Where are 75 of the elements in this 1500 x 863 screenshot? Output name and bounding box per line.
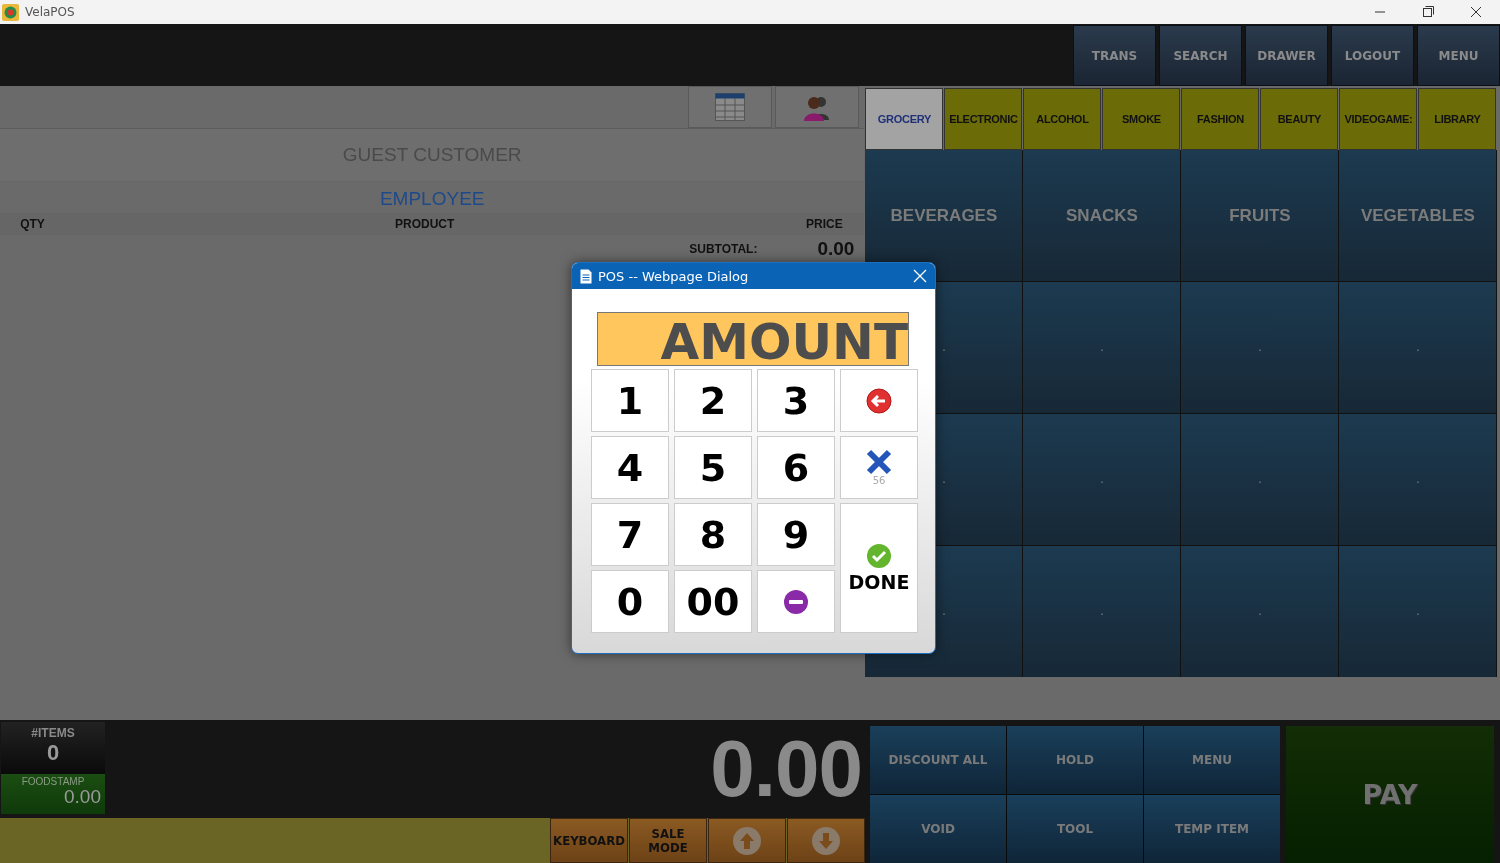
product-tile[interactable]: . xyxy=(1023,546,1181,677)
top-menu-button[interactable]: TRANS xyxy=(1073,25,1156,86)
window-title: VelaPOS xyxy=(25,5,75,19)
keypad-key[interactable]: 1 xyxy=(591,369,669,432)
column-header: PRICE xyxy=(805,217,844,231)
scroll-down-button[interactable] xyxy=(787,818,865,863)
pay-button[interactable]: PAY xyxy=(1286,726,1494,863)
action-button[interactable]: HOLD xyxy=(1007,726,1143,794)
keypad-key[interactable]: 7 xyxy=(591,503,669,566)
top-menu-button[interactable]: MENU xyxy=(1417,25,1500,86)
keypad-key[interactable]: 4 xyxy=(591,436,669,499)
category-tab[interactable]: FASHION xyxy=(1181,88,1260,150)
keypad-key[interactable]: 0 xyxy=(591,570,669,633)
top-menu-button[interactable]: SEARCH xyxy=(1159,25,1242,86)
foodstamp-value: 0.00 xyxy=(63,787,101,806)
total-amount: 0.00 xyxy=(710,723,862,815)
category-tab[interactable]: ALCOHOL xyxy=(1023,88,1102,150)
product-tile[interactable]: . xyxy=(1023,282,1181,413)
product-tile[interactable]: FRUITS xyxy=(1181,150,1339,281)
employee-label: EMPLOYEE xyxy=(379,188,485,210)
keypad-key[interactable]: 3 xyxy=(757,369,835,432)
backspace-key[interactable] xyxy=(840,369,918,432)
category-tab[interactable]: BEAUTY xyxy=(1260,88,1339,150)
product-tile[interactable]: VEGETABLES xyxy=(1339,150,1497,281)
scroll-up-button[interactable] xyxy=(708,818,786,863)
close-icon[interactable] xyxy=(913,269,927,283)
clear-key[interactable]: 56 xyxy=(840,436,918,499)
items-label: #ITEMS xyxy=(31,726,75,740)
product-tile[interactable]: . xyxy=(1181,414,1339,545)
subtotal-label: SUBTOTAL: xyxy=(689,242,758,256)
product-tile[interactable]: BEVERAGES xyxy=(865,150,1023,281)
dialog-title: POS -- Webpage Dialog xyxy=(598,268,749,284)
table-view-button[interactable] xyxy=(688,86,773,128)
mode-button[interactable]: SALE MODE xyxy=(629,818,707,863)
keypad-key[interactable]: 8 xyxy=(674,503,752,566)
minus-icon xyxy=(783,588,809,615)
top-menu-button[interactable]: DRAWER xyxy=(1245,25,1328,86)
category-tab[interactable]: GROCERY xyxy=(865,88,944,150)
app-logo-icon xyxy=(2,3,19,21)
action-button[interactable]: VOID xyxy=(870,795,1006,863)
product-tile[interactable]: . xyxy=(1339,414,1497,545)
column-header: PRODUCT xyxy=(394,217,456,231)
category-tab[interactable]: VIDEOGAME: xyxy=(1339,88,1418,150)
cross-icon xyxy=(865,449,893,475)
done-key[interactable]: DONE xyxy=(840,503,918,633)
category-tab[interactable]: SMOKE xyxy=(1102,88,1181,150)
product-tile[interactable]: . xyxy=(1181,546,1339,677)
product-tile[interactable]: . xyxy=(1339,546,1497,677)
minus-key[interactable] xyxy=(757,570,835,633)
product-tile[interactable]: . xyxy=(1181,282,1339,413)
action-button[interactable]: DISCOUNT ALL xyxy=(870,726,1006,794)
subtotal-value: 0.00 xyxy=(817,238,855,260)
foodstamp-label: FOODSTAMP xyxy=(20,776,86,787)
top-menu-button[interactable]: LOGOUT xyxy=(1331,25,1414,86)
category-tab[interactable]: ELECTRONIC xyxy=(944,88,1023,150)
table-icon xyxy=(715,93,746,121)
product-tile[interactable]: . xyxy=(1339,282,1497,413)
items-count: 0 xyxy=(46,740,60,766)
document-icon xyxy=(580,268,592,284)
keypad-key[interactable]: 2 xyxy=(674,369,752,432)
product-tile[interactable]: . xyxy=(1023,414,1181,545)
keypad-key[interactable]: 6 xyxy=(757,436,835,499)
keypad-key[interactable]: 00 xyxy=(674,570,752,633)
mode-button[interactable]: KEYBOARD xyxy=(550,818,628,863)
category-tab[interactable]: LIBRARY xyxy=(1418,88,1497,150)
column-header: QTY xyxy=(19,217,46,231)
customers-button[interactable] xyxy=(775,86,860,128)
amount-display: AMOUNT xyxy=(597,312,909,366)
action-button[interactable]: TOOL xyxy=(1007,795,1143,863)
checkmark-icon xyxy=(866,543,892,569)
action-button[interactable]: MENU xyxy=(1144,726,1280,794)
keypad-key[interactable]: 5 xyxy=(674,436,752,499)
keypad-key[interactable]: 9 xyxy=(757,503,835,566)
product-tile[interactable]: SNACKS xyxy=(1023,150,1181,281)
action-button[interactable]: TEMP ITEM xyxy=(1144,795,1280,863)
